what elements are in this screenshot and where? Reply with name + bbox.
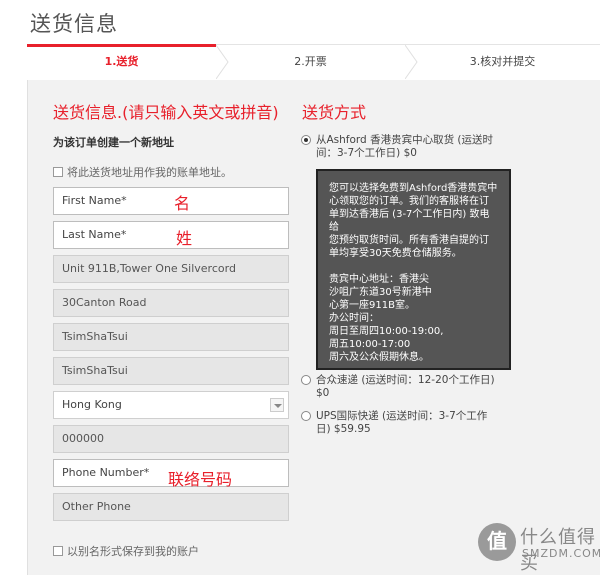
first-name-field[interactable]: First Name* — [53, 187, 289, 215]
phone-annotation: 联络号码 — [168, 470, 233, 489]
city-field[interactable]: TsimShaTsui — [53, 323, 289, 351]
shipping-option-pickup[interactable]: 从Ashford 香港贵宾中心取货 (运送时 间：3-7个工作日) $0 — [301, 134, 493, 160]
chevron-down-icon[interactable] — [270, 398, 284, 412]
country-select[interactable]: Hong Kong — [53, 391, 289, 419]
country-select-value: Hong Kong — [62, 398, 122, 411]
step-review-submit[interactable]: 3.核对并提交 — [405, 45, 600, 79]
checkbox-icon[interactable] — [53, 546, 63, 556]
billing-same-checkbox[interactable]: 将此送货地址用作我的账单地址。 — [53, 164, 232, 180]
checkbox-icon[interactable] — [53, 167, 63, 177]
shipping-option-ups[interactable]: UPS国际快递 (运送时间：3-7个工作 日) $59.95 — [301, 410, 487, 436]
address-line2-field[interactable]: 30Canton Road — [53, 289, 289, 317]
district-field[interactable]: TsimShaTsui — [53, 357, 289, 385]
save-alias-label: 以别名形式保存到我的账户 — [67, 545, 199, 558]
checkout-steps: 1.送货 2.开票 3.核对并提交 — [27, 44, 600, 79]
shipping-info-title: 送货信息.(请只输入英文或拼音) — [53, 103, 279, 122]
last-name-annotation: 姓 — [176, 229, 193, 248]
other-phone-field[interactable]: Other Phone — [53, 493, 289, 521]
radio-icon[interactable] — [301, 375, 311, 385]
pickup-info-box: 您可以选择免费到Ashford香港贵宾中 心领取您的订单。我们的客服将在订 单到… — [316, 169, 511, 370]
first-name-annotation: 名 — [174, 194, 191, 213]
shipping-method-title: 送货方式 — [302, 103, 367, 122]
radio-selected-icon[interactable] — [301, 135, 311, 145]
address-line1-field[interactable]: Unit 911B,Tower One Silvercord — [53, 255, 289, 283]
watermark-subtext: SMZDM.COM — [522, 547, 600, 560]
new-address-heading: 为该订单创建一个新地址 — [53, 136, 174, 149]
last-name-field[interactable]: Last Name* — [53, 221, 289, 249]
billing-same-label: 将此送货地址用作我的账单地址。 — [67, 166, 232, 179]
step-shipping[interactable]: 1.送货 — [27, 45, 216, 79]
shipping-option-express[interactable]: 合众速递 (运送时间：12-20个工作日) $0 — [301, 374, 495, 400]
page-title: 送货信息 — [30, 12, 118, 36]
site-watermark: 值 什么值得买 SMZDM.COM — [478, 521, 600, 575]
postcode-field[interactable]: 000000 — [53, 425, 289, 453]
radio-icon[interactable] — [301, 411, 311, 421]
step-invoice[interactable]: 2.开票 — [216, 45, 405, 79]
save-alias-checkbox[interactable]: 以别名形式保存到我的账户 — [53, 543, 199, 559]
smzdm-logo-icon: 值 — [478, 523, 516, 561]
